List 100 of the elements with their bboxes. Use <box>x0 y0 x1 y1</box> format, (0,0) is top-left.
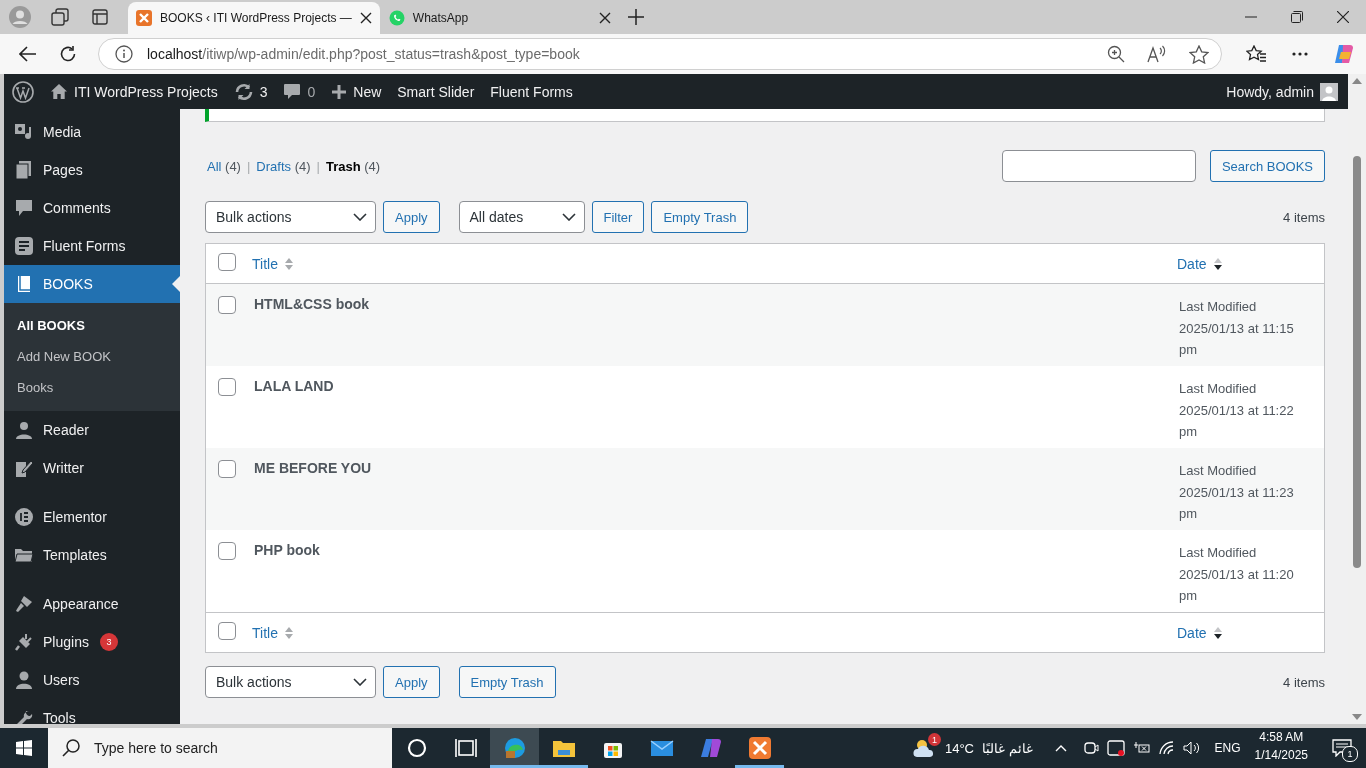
apply-button[interactable]: Apply <box>383 666 440 698</box>
menu-item[interactable]: Templates <box>4 536 180 574</box>
menu-item[interactable]: Reader <box>4 411 180 449</box>
security-icon[interactable] <box>1106 740 1125 756</box>
empty-trash-button[interactable]: Empty Trash <box>651 201 749 233</box>
more-icon[interactable] <box>1292 52 1308 56</box>
search-button[interactable]: Search BOOKS <box>1209 150 1325 182</box>
dates-dropdown[interactable]: All dates <box>458 201 585 233</box>
star-icon[interactable] <box>1189 44 1209 64</box>
zoom-icon[interactable] <box>1107 44 1125 63</box>
notification-badge: 1 <box>927 733 941 746</box>
date-text: Last Modified 2025/01/13 at 11:15 pm <box>1179 298 1295 359</box>
submenu-item[interactable]: Add New BOOK <box>4 341 180 372</box>
close-icon[interactable] <box>598 12 611 24</box>
count-badge: 3 <box>99 633 118 651</box>
filter-button[interactable]: Filter <box>591 201 645 233</box>
updates-link[interactable]: 3 <box>225 74 276 109</box>
column-header-link[interactable]: Title <box>252 624 294 641</box>
tab-actions-icon[interactable] <box>92 9 108 25</box>
media-icon <box>14 122 34 142</box>
new-link[interactable]: New <box>323 74 390 109</box>
close-icon[interactable] <box>1337 11 1349 23</box>
account-link[interactable]: Howdy, admin <box>1218 74 1348 109</box>
date-text: Last Modified 2025/01/13 at 11:22 pm <box>1179 380 1295 441</box>
checkbox[interactable] <box>218 296 236 314</box>
scroll-down-icon[interactable] <box>1352 714 1362 720</box>
camera-icon[interactable] <box>1082 740 1099 756</box>
view-link[interactable]: Drafts (4) <box>256 158 311 174</box>
temperature-text: 14°C <box>944 740 974 756</box>
restore-icon[interactable] <box>1291 11 1303 23</box>
language-indicator[interactable]: ENG <box>1214 741 1241 755</box>
refresh-icon[interactable] <box>59 45 77 63</box>
menu-item[interactable]: Writter <box>4 449 180 487</box>
post-title-link[interactable]: ME BEFORE YOU <box>254 460 372 476</box>
notifications-icon[interactable] <box>1332 739 1352 757</box>
back-icon[interactable] <box>19 46 37 62</box>
elementor-icon <box>14 507 34 527</box>
favorites-icon[interactable] <box>1246 45 1266 63</box>
info-icon <box>115 45 133 63</box>
empty-trash-button[interactable]: Empty Trash <box>458 666 556 698</box>
wifi-icon[interactable] <box>1158 741 1175 755</box>
menu-item[interactable]: Plugins 3 <box>4 623 180 661</box>
view-link[interactable]: Trash (4) <box>325 158 381 174</box>
post-title-link[interactable]: HTML&CSS book <box>254 296 370 312</box>
menu-item[interactable]: Media <box>4 113 180 151</box>
checkbox[interactable] <box>218 542 236 560</box>
menu-item[interactable]: Users <box>4 661 180 699</box>
apply-button[interactable]: Apply <box>383 201 440 233</box>
address-field[interactable]: localhost/itiwp/wp-admin/edit.php?post_status=trash&post_type=book <box>98 38 1222 70</box>
workspaces-icon[interactable] <box>51 8 69 26</box>
submenu-item[interactable]: Books <box>4 372 180 403</box>
column-header-link[interactable]: Date <box>1177 255 1223 272</box>
copilot-icon[interactable] <box>1333 43 1355 65</box>
column-header-link[interactable]: Date <box>1177 624 1223 641</box>
chevron-up-icon[interactable] <box>1054 744 1067 752</box>
toolbar-link[interactable]: Smart Slider <box>389 74 483 109</box>
checkbox[interactable] <box>218 253 236 271</box>
volume-icon[interactable] <box>1182 741 1201 755</box>
bulk-actions-dropdown[interactable]: Bulk actions <box>205 666 376 698</box>
post-title-link[interactable]: LALA LAND <box>254 378 334 394</box>
weather-text: غائم غالبًا <box>981 740 1033 756</box>
close-icon[interactable] <box>359 12 372 24</box>
checkbox[interactable] <box>218 378 236 396</box>
view-link[interactable]: All (4) <box>207 158 241 174</box>
checkbox[interactable] <box>218 460 236 478</box>
battery-icon[interactable] <box>1132 741 1151 755</box>
comment-icon <box>283 83 302 100</box>
toolbar-link[interactable]: Fluent Forms <box>482 74 581 109</box>
bulk-actions-dropdown[interactable]: Bulk actions <box>205 201 376 233</box>
checkbox[interactable] <box>218 622 236 640</box>
menu-item[interactable]: BOOKS <box>4 265 180 303</box>
wordpress-logo-icon[interactable] <box>12 80 34 103</box>
date-text: Last Modified 2025/01/13 at 11:20 pm <box>1179 544 1295 605</box>
separator-text: | <box>316 158 320 174</box>
menu-item[interactable]: Fluent Forms <box>4 227 180 265</box>
browser-tab[interactable]: BOOKS ‹ ITI WordPress Projects — <box>128 2 380 34</box>
post-title-link[interactable]: PHP book <box>254 542 320 558</box>
site-name-link[interactable]: ITI WordPress Projects <box>42 74 226 109</box>
search-field[interactable]: Type here to search <box>48 728 392 768</box>
menu-item[interactable]: Pages <box>4 151 180 189</box>
windows-start-icon[interactable] <box>16 740 32 756</box>
read-aloud-icon[interactable] <box>1147 44 1167 63</box>
plug-icon <box>14 632 34 652</box>
menu-item[interactable]: Elementor <box>4 498 180 536</box>
search-field[interactable] <box>1001 150 1196 182</box>
edge-icon <box>502 736 527 760</box>
home-icon <box>50 83 68 100</box>
new-tab-icon[interactable] <box>627 9 644 25</box>
menu-item[interactable]: Appearance <box>4 585 180 623</box>
column-header-link[interactable]: Title <box>252 255 294 272</box>
scrollbar-thumb[interactable] <box>1353 156 1361 568</box>
comments-link[interactable]: 0 <box>275 74 324 109</box>
menu-item[interactable]: Comments <box>4 189 180 227</box>
submenu-item[interactable]: All BOOKS <box>4 310 180 341</box>
clock[interactable]: 4:58 AM 1/14/2025 <box>1244 728 1318 768</box>
browser-tab[interactable]: WhatsApp <box>380 2 619 34</box>
menu-item[interactable]: Tools <box>4 699 180 724</box>
comment-icon <box>14 198 34 218</box>
scroll-up-icon[interactable] <box>1352 78 1362 84</box>
item-count: 4 items <box>1283 674 1325 690</box>
